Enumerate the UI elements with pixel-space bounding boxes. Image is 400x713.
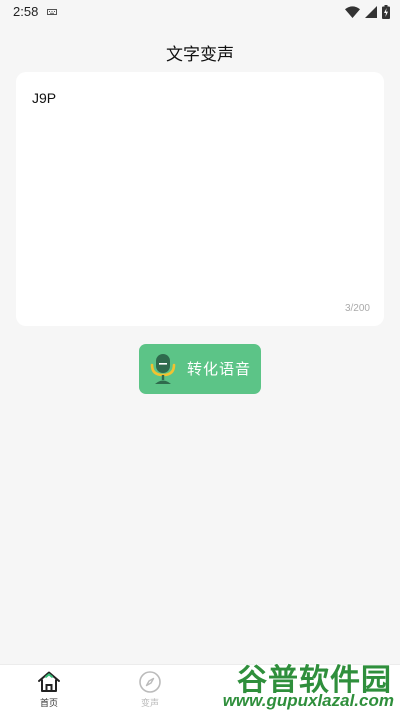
home-icon [38,671,60,692]
status-icons [345,4,390,20]
wifi-icon [345,5,360,18]
compass-icon [139,671,161,693]
convert-to-speech-button[interactable]: 转化语音 [139,344,261,394]
text-input-area[interactable]: J9P 3/200 [16,72,384,326]
keyboard-icon [47,9,57,15]
page-title: 文字变声 [166,45,234,65]
char-counter: 3/200 [344,303,370,314]
watermark: 谷普软件园 www.gupuxlazal.com [212,655,398,712]
battery-charging-icon [382,5,390,19]
status-bar: 2:58 [0,0,400,24]
microphone-icon [150,354,176,384]
input-text[interactable]: J9P [32,90,56,106]
nav-item-voice-change[interactable]: 变声 [120,665,180,713]
signal-icon [365,5,377,18]
nav-item-home[interactable]: 首页 [19,665,79,713]
watermark-url: www.gupuxlazal.com [222,691,394,711]
nav-label-home: 首页 [39,699,58,709]
convert-button-label: 转化语音 [187,360,252,378]
nav-label-voice-change: 变声 [140,699,159,709]
status-time: 2:58 [13,4,39,19]
